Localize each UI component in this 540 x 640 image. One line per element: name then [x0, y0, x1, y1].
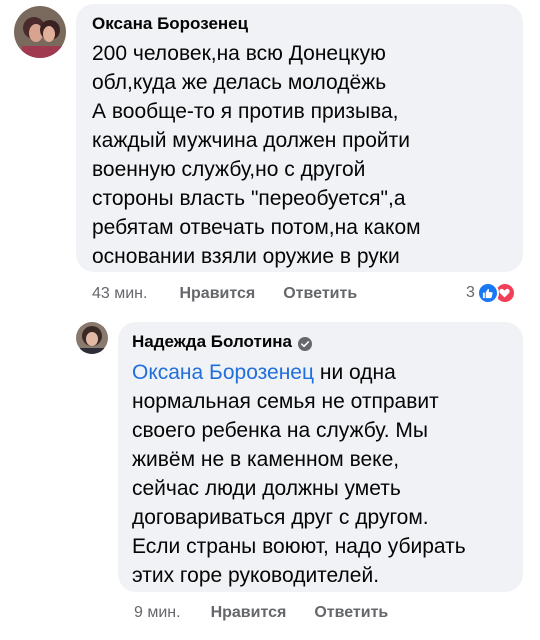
verified-badge-icon: [298, 335, 312, 351]
comment-timestamp[interactable]: 43 мин.: [92, 285, 147, 303]
like-reaction-icon: [476, 282, 499, 304]
reaction-count: 3: [466, 284, 475, 301]
reply-button[interactable]: Ответить: [314, 604, 388, 622]
comment-text: 200 человек,на всю Донецкую обл,куда же …: [92, 42, 421, 268]
comment-actions-nadezhda: 9 мин. Нравится Ответить: [134, 604, 388, 622]
comment-author[interactable]: Надежда Болотина: [132, 331, 509, 353]
author-name[interactable]: Оксана Борозенец: [92, 13, 248, 35]
reaction-summary[interactable]: 3: [466, 282, 516, 304]
comment-author[interactable]: Оксана Борозенец: [92, 13, 507, 35]
comment-text: Оксана Борозенец ни одна нормальная семь…: [132, 358, 509, 590]
comment-actions-oksana: 43 мин. Нравится Ответить: [92, 285, 357, 303]
comment-bubble-oksana: Оксана Борозенец 200 человек,на всю Доне…: [76, 4, 523, 272]
comment-bubble-nadezhda: Надежда Болотина Оксана Борозенец ни одн…: [118, 322, 523, 592]
reply-button[interactable]: Ответить: [283, 285, 357, 303]
author-name[interactable]: Надежда Болотина: [132, 331, 292, 353]
comment-body: ни одна нормальная семья не отправит сво…: [132, 361, 466, 587]
avatar-oksana[interactable]: [14, 6, 66, 58]
comment-timestamp[interactable]: 9 мин.: [134, 604, 181, 622]
avatar-nadezhda[interactable]: [76, 322, 108, 354]
like-button[interactable]: Нравится: [179, 285, 255, 303]
like-button[interactable]: Нравится: [211, 604, 287, 622]
mention-link[interactable]: Оксана Борозенец: [132, 361, 314, 384]
